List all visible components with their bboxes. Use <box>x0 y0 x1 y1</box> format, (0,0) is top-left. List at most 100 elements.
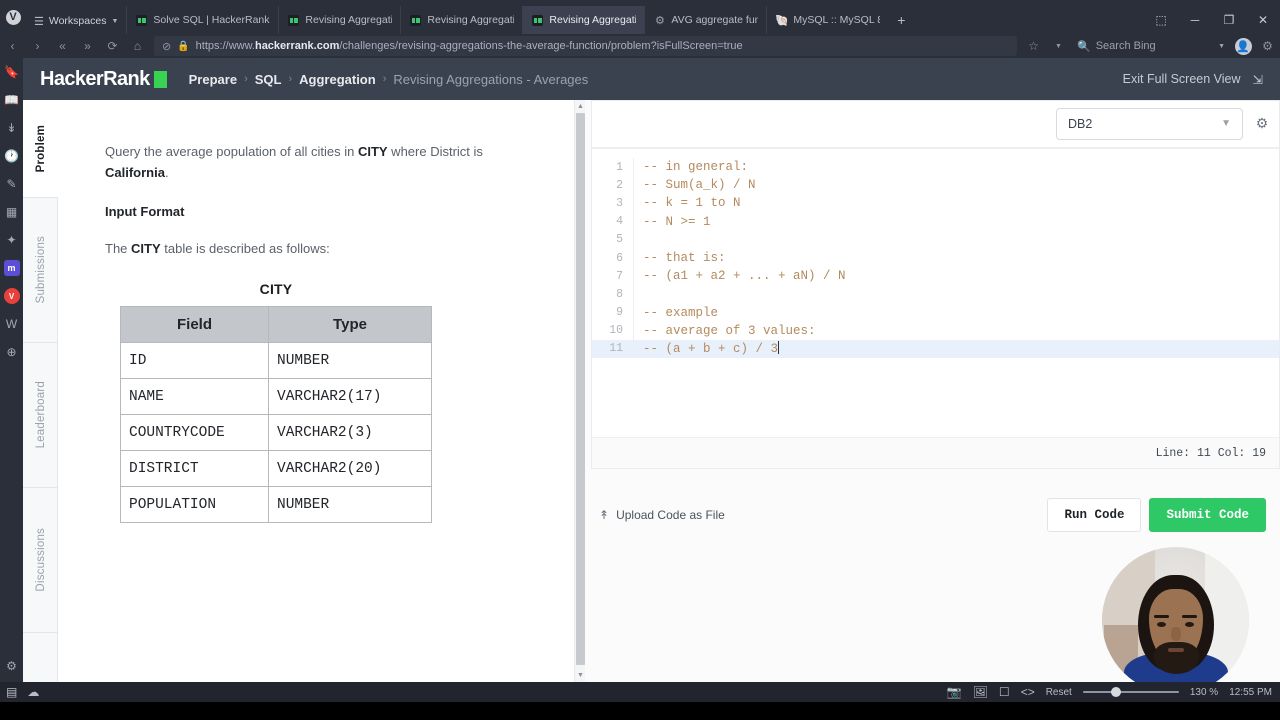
scrollbar-thumb[interactable] <box>576 113 585 665</box>
sidebar-item-leaderboard[interactable]: Leaderboard <box>23 343 58 488</box>
vivaldi-panel-icon[interactable]: V <box>3 288 20 304</box>
history-panel-icon[interactable]: 🕐 <box>4 148 20 164</box>
editor-buttons: Run Code Submit Code <box>1047 498 1266 532</box>
bookmarks-panel-icon[interactable]: 🔖 <box>4 64 20 80</box>
reading-list-panel-icon[interactable]: 📖 <box>4 92 20 108</box>
panel-settings-gear-icon[interactable]: ⚙ <box>4 658 20 674</box>
exit-fullscreen-label: Exit Full Screen View <box>1122 72 1241 86</box>
chevron-down-icon: ▼ <box>1218 42 1225 50</box>
line-number: 1 <box>616 160 623 174</box>
code-editor[interactable]: 1 -- in general: 2 -- Sum(a_k) / N 3 -- … <box>591 148 1280 437</box>
wikipedia-panel-icon[interactable]: W <box>4 316 20 332</box>
browser-tab-0[interactable]: Solve SQL | HackerRank <box>126 6 278 34</box>
breadcrumb-item-aggregation[interactable]: Aggregation <box>299 72 376 87</box>
minimize-button[interactable]: ─ <box>1178 6 1212 34</box>
line-number: 3 <box>616 196 623 210</box>
table-row: NAME VARCHAR2(17) <box>120 378 432 416</box>
editor-settings-gear-icon[interactable]: ⚙ <box>1252 114 1272 134</box>
upload-code-as-file-button[interactable]: ↟ Upload Code as File <box>599 508 725 522</box>
zoom-level-label: 130 % <box>1189 686 1219 698</box>
hackerrank-icon <box>410 14 422 26</box>
code-icon[interactable]: <> <box>1021 685 1035 699</box>
browser-tab-4[interactable]: ⚙ AVG aggregate function - l <box>644 6 766 34</box>
line-number: 2 <box>616 178 623 192</box>
breadcrumb-item-current: Revising Aggregations - Averages <box>393 71 589 87</box>
code-line-10: 10 -- average of 3 values: <box>591 321 1280 340</box>
sidebar-item-problem[interactable]: Problem <box>23 100 58 198</box>
browser-tab-label: AVG aggregate function - l <box>671 14 758 26</box>
notes-panel-icon[interactable]: ✎ <box>4 176 20 192</box>
vivaldi-logo-icon[interactable]: V <box>0 0 26 34</box>
back-button[interactable]: ‹ <box>0 34 25 58</box>
submit-code-button[interactable]: Submit Code <box>1149 498 1266 532</box>
browser-tab-5[interactable]: 🐚 MySQL :: MySQL 8.0 Refere <box>766 6 888 34</box>
avatar[interactable]: 👤 <box>1231 34 1255 58</box>
search-placeholder: Search Bing <box>1095 40 1156 52</box>
line-number: 8 <box>616 287 623 301</box>
table-cell-field: DISTRICT <box>120 450 269 488</box>
code-line-6: 6 -- that is: <box>591 248 1280 268</box>
browser-address-bar: ‹ › « » ⟳ ⌂ ⊘ 🔒 https://www.hackerrank.c… <box>0 34 1280 58</box>
code-text: -- (a + b + c) / 3 <box>643 341 780 357</box>
zoom-slider[interactable] <box>1082 687 1179 697</box>
reload-button[interactable]: ⟳ <box>100 34 125 58</box>
search-input[interactable]: 🔍 Search Bing ▼ <box>1071 36 1231 56</box>
browser-tab-label: Revising Aggregations - Th <box>427 14 515 26</box>
window-controls: ⬚ ─ ❐ ✕ <box>1144 6 1280 34</box>
close-button[interactable]: ✕ <box>1246 6 1280 34</box>
new-tab-button[interactable]: + <box>888 6 914 34</box>
run-code-button[interactable]: Run Code <box>1047 498 1142 532</box>
problem-pane-scrollbar[interactable]: ▲ ▼ <box>574 100 585 682</box>
browser-chrome: V ☰ Workspaces ▼ Solve SQL | HackerRank … <box>0 0 1280 58</box>
maximize-button[interactable]: ❐ <box>1212 6 1246 34</box>
clock[interactable]: 12:55 PM <box>1229 687 1272 698</box>
bookmark-dropdown-icon[interactable]: ▼ <box>1046 34 1071 58</box>
url-prefix: https://www. <box>195 40 255 52</box>
settings-gear-icon[interactable]: ⚙ <box>1255 34 1280 58</box>
forward-button[interactable]: › <box>25 34 50 58</box>
url-input[interactable]: ⊘ 🔒 https://www.hackerrank.com/challenge… <box>154 36 1017 56</box>
add-panel-icon[interactable]: ⊕ <box>4 344 20 360</box>
image-icon[interactable]: 🖼 <box>973 685 988 699</box>
browser-tab-2[interactable]: Revising Aggregations - Th <box>400 6 522 34</box>
table-row: DISTRICT VARCHAR2(20) <box>120 450 432 488</box>
hackerrank-square-icon <box>153 70 167 88</box>
breadcrumb-item-prepare[interactable]: Prepare <box>189 72 237 87</box>
hackerrank-page: HackerRank Prepare › SQL › Aggregation ›… <box>23 58 1280 682</box>
workspaces-label: Workspaces <box>48 15 107 27</box>
capture-icon[interactable]: 📷 <box>947 685 962 699</box>
rewind-button[interactable]: « <box>50 34 75 58</box>
weather-icon[interactable]: ☁ <box>27 685 39 699</box>
lock-icon[interactable]: 🔒 <box>177 41 189 52</box>
code-text: -- k = 1 to N <box>643 196 741 211</box>
table-row: POPULATION NUMBER <box>120 486 432 524</box>
mix-panel-icon[interactable]: m <box>3 260 20 276</box>
exit-fullscreen-button[interactable]: Exit Full Screen View ⇲ <box>1123 72 1263 87</box>
tile-icon[interactable]: ☐ <box>999 685 1010 699</box>
upload-label: Upload Code as File <box>616 508 725 522</box>
upload-icon: ↟ <box>599 508 610 522</box>
sidebar-item-discussions[interactable]: Discussions <box>23 488 58 633</box>
fast-forward-button[interactable]: » <box>75 34 100 58</box>
start-icon[interactable]: ▤ <box>6 685 17 699</box>
browser-tab-1[interactable]: Revising Aggregations - Th <box>278 6 400 34</box>
window-panel-icon[interactable]: ▦ <box>4 204 20 220</box>
table-header-row: Field Type <box>120 306 432 344</box>
translate-panel-icon[interactable]: ✦ <box>4 232 20 248</box>
panel-toggle-button[interactable]: ⬚ <box>1144 6 1178 34</box>
sidebar-item-submissions[interactable]: Submissions <box>23 198 58 343</box>
breadcrumb-item-sql[interactable]: SQL <box>255 72 282 87</box>
zoom-reset-button[interactable]: Reset <box>1046 687 1072 698</box>
workspaces-button[interactable]: ☰ Workspaces ▼ <box>26 8 126 34</box>
language-select[interactable]: DB2 ▼ <box>1056 107 1243 140</box>
editor-status-bar: Line: 11 Col: 19 <box>591 437 1280 469</box>
table-cell-type: VARCHAR2(17) <box>268 378 432 416</box>
shield-off-icon[interactable]: ⊘ <box>162 40 171 53</box>
browser-tab-3[interactable]: Revising Aggregations - Av <box>522 6 645 34</box>
home-button[interactable]: ⌂ <box>125 34 150 58</box>
downloads-panel-icon[interactable]: ↡ <box>4 120 20 136</box>
code-text: -- Sum(a_k) / N <box>643 178 756 193</box>
zoom-slider-knob[interactable] <box>1110 687 1121 697</box>
hackerrank-logo[interactable]: HackerRank <box>40 68 167 91</box>
bookmark-icon[interactable]: ☆ <box>1021 34 1046 58</box>
